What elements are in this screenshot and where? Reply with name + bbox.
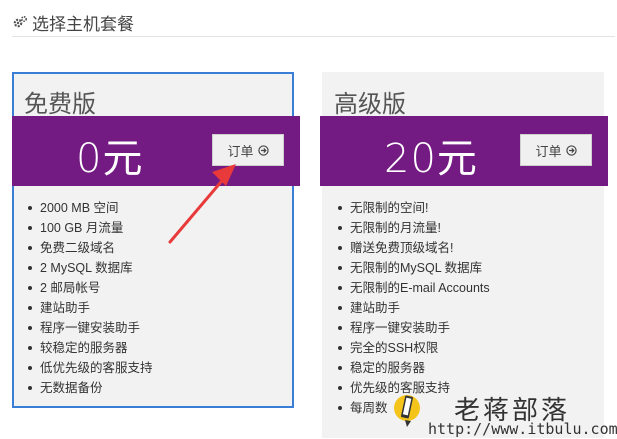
section-title: 选择主机套餐 — [32, 14, 134, 34]
feature-item: 无限制的E-mail Accounts — [336, 278, 490, 298]
feature-list-premium: 无限制的空间! 无限制的月流量! 赠送免费顶级域名! 无限制的MySQL 数据库… — [336, 198, 490, 418]
feature-item: 程序一键安装助手 — [26, 318, 153, 338]
feature-item: 完全的SSH权限 — [336, 338, 490, 358]
feature-item: 2000 MB 空间 — [26, 198, 153, 218]
feature-item: 建站助手 — [336, 298, 490, 318]
plan-price: 0元 — [76, 136, 144, 182]
feature-item: 赠送免费顶级域名! — [336, 238, 490, 258]
order-button[interactable]: 订单 — [212, 134, 284, 166]
plan-name: 高级版 — [334, 91, 406, 118]
order-button-label: 订单 — [535, 143, 562, 159]
feature-item: 2 邮局帐号 — [26, 278, 153, 298]
pencil-logo-icon — [394, 395, 420, 427]
feature-item: 2 MySQL 数据库 — [26, 258, 153, 278]
feature-item: 程序一键安装助手 — [336, 318, 490, 338]
section-header: 选择主机套餐 — [12, 8, 615, 37]
feature-item: 低优先级的客服支持 — [26, 358, 153, 378]
plan-name: 免费版 — [24, 91, 96, 118]
watermark: 老蒋部落 http://www.itbulu.com — [392, 390, 617, 438]
gears-icon — [13, 15, 28, 28]
feature-item: 100 GB 月流量 — [26, 218, 153, 238]
feature-item: 无数据备份 — [26, 378, 153, 398]
arrow-circle-right-icon — [257, 144, 269, 156]
feature-item: 无限制的MySQL 数据库 — [336, 258, 490, 278]
feature-item: 稳定的服务器 — [336, 358, 490, 378]
feature-item: 免费二级域名 — [26, 238, 153, 258]
feature-item: 建站助手 — [26, 298, 153, 318]
plan-price: 20元 — [384, 136, 478, 182]
feature-item: 较稳定的服务器 — [26, 338, 153, 358]
price-band-premium: 20元 订单 — [320, 116, 608, 186]
feature-list-free: 2000 MB 空间 100 GB 月流量 免费二级域名 2 MySQL 数据库… — [26, 198, 153, 398]
order-button[interactable]: 订单 — [520, 134, 592, 166]
watermark-url: http://www.itbulu.com — [428, 420, 617, 438]
feature-item: 无限制的空间! — [336, 198, 490, 218]
price-band-free: 0元 订单 — [12, 116, 300, 186]
arrow-circle-right-icon — [565, 144, 577, 156]
order-button-label: 订单 — [227, 143, 254, 159]
feature-item: 无限制的月流量! — [336, 218, 490, 238]
